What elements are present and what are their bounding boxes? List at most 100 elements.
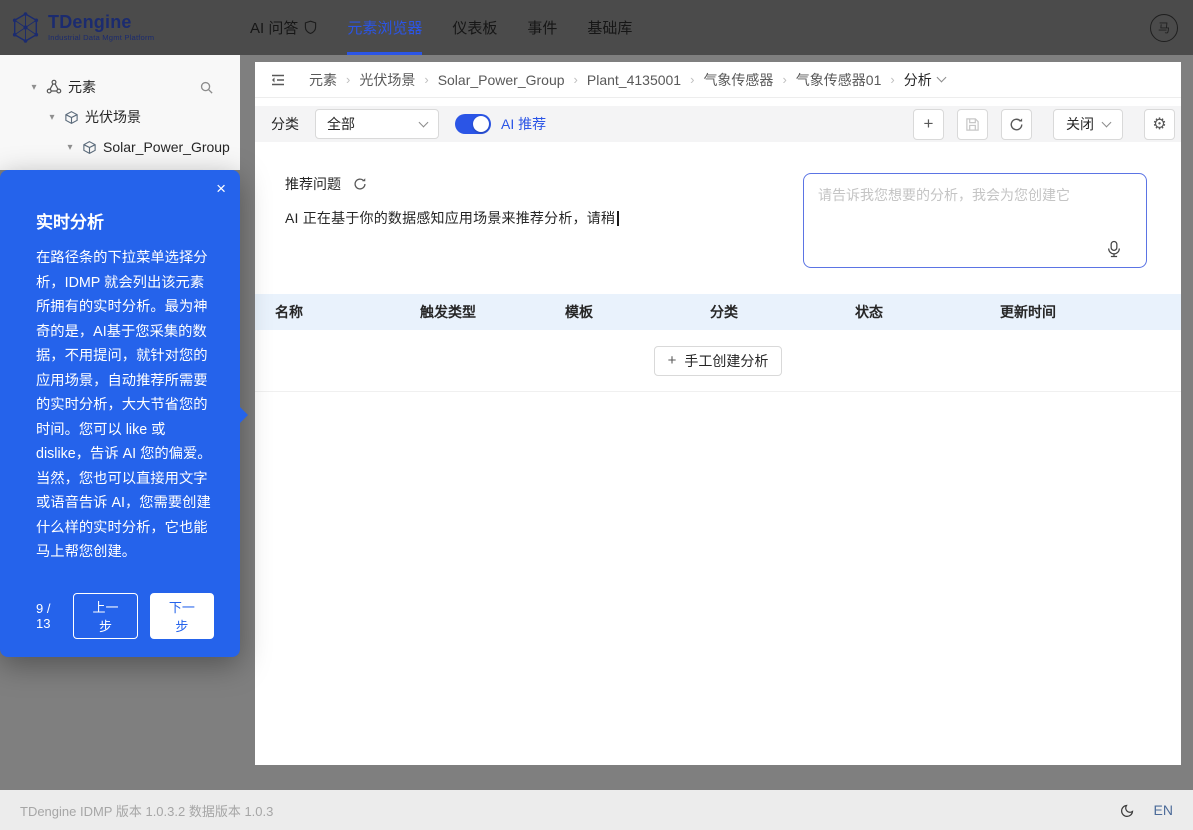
- tour-popover: × 实时分析 在路径条的下拉菜单选择分析，IDMP 就会列出该元素所拥有的实时分…: [0, 170, 248, 657]
- language-switch[interactable]: EN: [1154, 802, 1173, 818]
- save-icon: [966, 117, 979, 131]
- ai-recommend-toggle[interactable]: [455, 114, 491, 134]
- nav-item-dashboard[interactable]: 仪表板: [452, 0, 497, 55]
- recommend-questions-title: 推荐问题: [285, 176, 341, 192]
- tour-arrow: [240, 407, 248, 423]
- tour-next-button[interactable]: 下一步: [149, 593, 214, 639]
- nav-item-events[interactable]: 事件: [527, 0, 557, 55]
- cube-icon: [83, 140, 96, 154]
- nav-item-ai-qa[interactable]: AI 问答: [250, 0, 317, 55]
- breadcrumb-item[interactable]: Solar_Power_Group: [438, 72, 565, 88]
- chevron-down-icon: [418, 117, 429, 127]
- caret-down-icon[interactable]: ▾: [64, 142, 76, 153]
- tree-item-label: Solar_Power_Group: [103, 139, 230, 155]
- molecule-icon: [46, 79, 62, 94]
- tree-item-elements[interactable]: ▾ 元素: [0, 72, 240, 102]
- text-cursor: [617, 211, 619, 226]
- nav-item-label: 元素浏览器: [347, 20, 423, 37]
- column-header-category: 分类: [710, 304, 738, 320]
- analysis-toolbar: 分类 全部 AI 推荐 + 关闭 ⚙: [255, 106, 1181, 142]
- breadcrumb-separator: ›: [573, 72, 578, 87]
- category-select-value: 全部: [327, 116, 355, 132]
- tree-item-solar-power-group[interactable]: ▾ Solar_Power_Group: [0, 132, 240, 162]
- tour-step-indicator: 9 / 13: [36, 601, 51, 631]
- nav-item-label: 事件: [527, 20, 558, 37]
- tree-item-label: 元素: [68, 79, 96, 95]
- breadcrumb-bar: 元素 › 光伏场景 › Solar_Power_Group › Plant_41…: [255, 62, 1181, 98]
- breadcrumb-current-analysis-dropdown[interactable]: 分析: [903, 70, 947, 90]
- nav-item-label: 仪表板: [452, 20, 498, 37]
- status-bar-right: EN: [1120, 802, 1173, 818]
- caret-down-icon[interactable]: ▾: [28, 82, 40, 93]
- dark-mode-moon-icon[interactable]: [1120, 803, 1135, 818]
- empty-table-row: + 手工创建分析: [255, 330, 1181, 392]
- tour-title: 实时分析: [36, 213, 104, 232]
- user-avatar[interactable]: 马: [1150, 13, 1178, 42]
- analysis-table-header: 名称 触发类型 模板 分类 状态 更新时间: [255, 294, 1181, 330]
- nav-item-element-browser[interactable]: 元素浏览器: [347, 0, 423, 55]
- avatar-glyph: 马: [1157, 21, 1170, 35]
- nav-items: AI 问答 元素浏览器 仪表板 事件 基础库: [250, 0, 662, 55]
- refresh-button[interactable]: [1001, 108, 1032, 140]
- breadcrumb-separator: ›: [346, 72, 351, 87]
- version-text: TDengine IDMP 版本 1.0.3.2 数据版本 1.0.3: [20, 803, 274, 819]
- search-icon[interactable]: [199, 80, 214, 95]
- column-header-updated-time: 更新时间: [1000, 304, 1056, 320]
- ai-recommend-label: AI 推荐: [501, 116, 547, 132]
- breadcrumb-separator: ›: [690, 72, 695, 87]
- element-tree-sidebar: ▾ 元素 ▾ 光伏场景 ▾ Solar_Power_Group: [0, 55, 240, 170]
- column-header-name: 名称: [275, 304, 303, 320]
- ai-prompt-input[interactable]: [804, 174, 1146, 267]
- tour-body-text: 在路径条的下拉菜单选择分析，IDMP 就会列出该元素所拥有的实时分析。最为神奇的…: [36, 250, 212, 560]
- toggle-knob: [473, 116, 489, 132]
- tree-item-solar-scene[interactable]: ▾ 光伏场景: [0, 102, 240, 132]
- column-header-trigger-type: 触发类型: [420, 304, 476, 320]
- save-button[interactable]: [957, 108, 988, 140]
- status-bar: TDengine IDMP 版本 1.0.3.2 数据版本 1.0.3 EN: [0, 790, 1193, 830]
- chevron-down-icon: [1101, 117, 1112, 127]
- close-icon[interactable]: ×: [216, 180, 226, 197]
- app-title: TDengine: [48, 12, 132, 32]
- breadcrumb-item[interactable]: Plant_4135001: [587, 72, 681, 88]
- ai-typing-text: AI 正在基于你的数据感知应用场景来推荐分析，请稍: [285, 208, 619, 228]
- app-logo[interactable]: TDengine Industrial Data Mgmt Platform: [0, 0, 250, 55]
- logo-text: TDengine Industrial Data Mgmt Platform: [48, 13, 154, 42]
- close-dropdown-button[interactable]: 关闭: [1053, 108, 1123, 140]
- refresh-icon[interactable]: [353, 177, 367, 191]
- collapse-sidebar-icon[interactable]: [269, 71, 287, 89]
- main-panel: 元素 › 光伏场景 › Solar_Power_Group › Plant_41…: [255, 62, 1181, 765]
- ai-typing-text-content: AI 正在基于你的数据感知应用场景来推荐分析，请稍: [285, 210, 616, 226]
- manual-create-analysis-button[interactable]: + 手工创建分析: [653, 345, 783, 376]
- ai-prompt-box: [803, 173, 1147, 268]
- nav-item-base-library[interactable]: 基础库: [587, 0, 632, 55]
- gear-icon: ⚙: [1152, 116, 1167, 133]
- manual-create-analysis-label: 手工创建分析: [684, 352, 769, 369]
- category-select[interactable]: 全部: [315, 109, 439, 139]
- breadcrumb-item[interactable]: 气象传感器: [703, 70, 773, 90]
- breadcrumb-current-label: 分析: [903, 71, 932, 88]
- recommend-questions-row: 推荐问题: [285, 174, 367, 194]
- breadcrumb-item[interactable]: 光伏场景: [359, 70, 415, 90]
- add-analysis-button[interactable]: +: [913, 108, 944, 140]
- microphone-icon[interactable]: [1106, 240, 1122, 258]
- caret-down-icon[interactable]: ▾: [46, 112, 58, 123]
- close-button-label: 关闭: [1066, 116, 1094, 132]
- column-header-template: 模板: [565, 304, 593, 320]
- breadcrumb-separator: ›: [890, 72, 895, 87]
- settings-button[interactable]: ⚙: [1144, 108, 1175, 140]
- plus-icon: +: [923, 114, 934, 133]
- app-subtitle: Industrial Data Mgmt Platform: [48, 33, 155, 42]
- breadcrumb-separator: ›: [782, 72, 787, 87]
- column-header-status: 状态: [855, 304, 883, 320]
- refresh-icon: [1010, 117, 1023, 130]
- plus-icon: +: [667, 352, 677, 369]
- shield-icon: [305, 20, 317, 35]
- tour-previous-button[interactable]: 上一步: [73, 593, 138, 639]
- tdengine-logo-icon: [12, 12, 39, 43]
- breadcrumb-item[interactable]: 元素: [309, 70, 337, 90]
- tour-footer: 9 / 13 上一步 下一步: [36, 593, 214, 639]
- nav-item-label: 基础库: [587, 20, 633, 37]
- breadcrumb-item[interactable]: 气象传感器01: [796, 70, 882, 90]
- nav-item-label: AI 问答: [250, 20, 299, 37]
- toolbar-actions: + 关闭 ⚙: [913, 108, 1175, 140]
